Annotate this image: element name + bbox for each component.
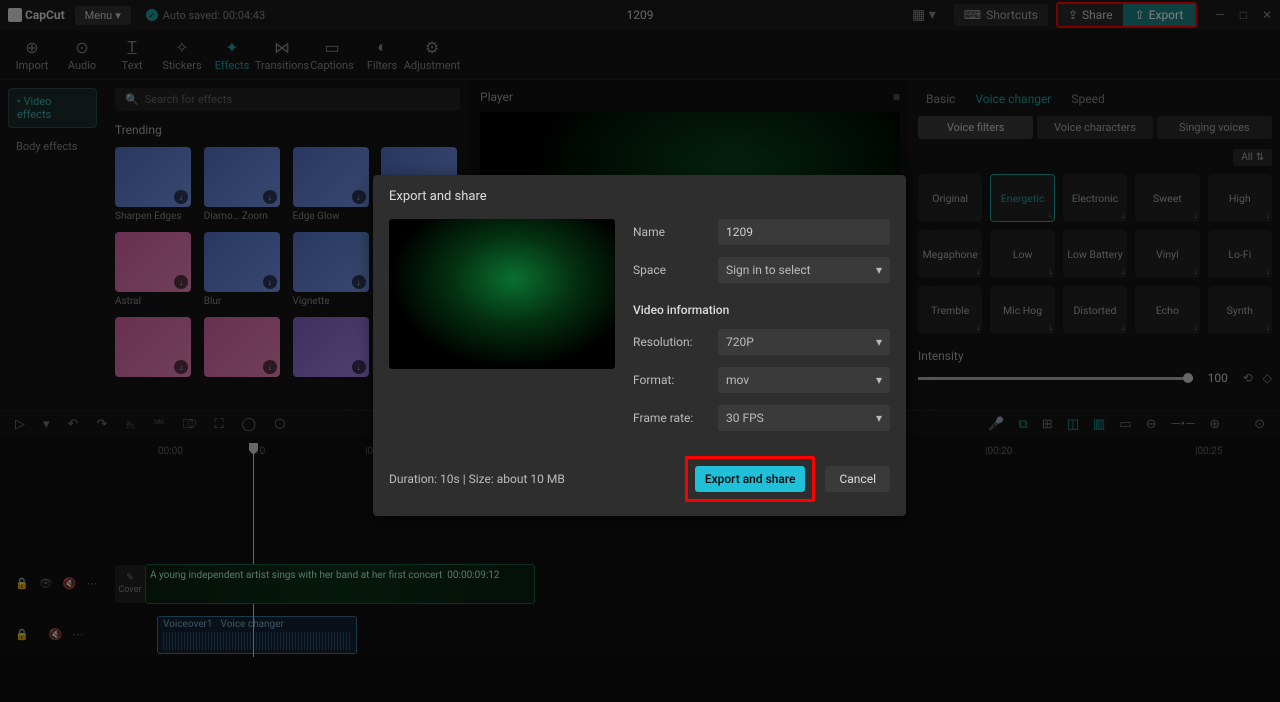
modal-title: Export and share (389, 189, 890, 204)
framerate-select[interactable]: 30 FPS▾ (718, 405, 890, 431)
export-preview (389, 219, 615, 369)
space-select[interactable]: Sign in to select▾ (718, 257, 890, 283)
chevron-down-icon: ▾ (876, 373, 882, 387)
export-and-share-button[interactable]: Export and share (695, 466, 806, 492)
format-label: Format: (633, 373, 708, 387)
resolution-select[interactable]: 720P▾ (718, 329, 890, 355)
resolution-label: Resolution: (633, 335, 708, 349)
video-info-heading: Video information (633, 303, 890, 317)
chevron-down-icon: ▾ (876, 411, 882, 425)
cancel-button[interactable]: Cancel (825, 466, 890, 492)
name-input[interactable] (718, 219, 890, 245)
framerate-label: Frame rate: (633, 411, 708, 425)
export-modal: Export and share Name Space Sign in to s… (373, 175, 906, 516)
chevron-down-icon: ▾ (876, 263, 882, 277)
chevron-down-icon: ▾ (876, 335, 882, 349)
name-label: Name (633, 225, 708, 239)
duration-info: Duration: 10s | Size: about 10 MB (389, 472, 565, 486)
space-label: Space (633, 263, 708, 277)
format-select[interactable]: mov▾ (718, 367, 890, 393)
